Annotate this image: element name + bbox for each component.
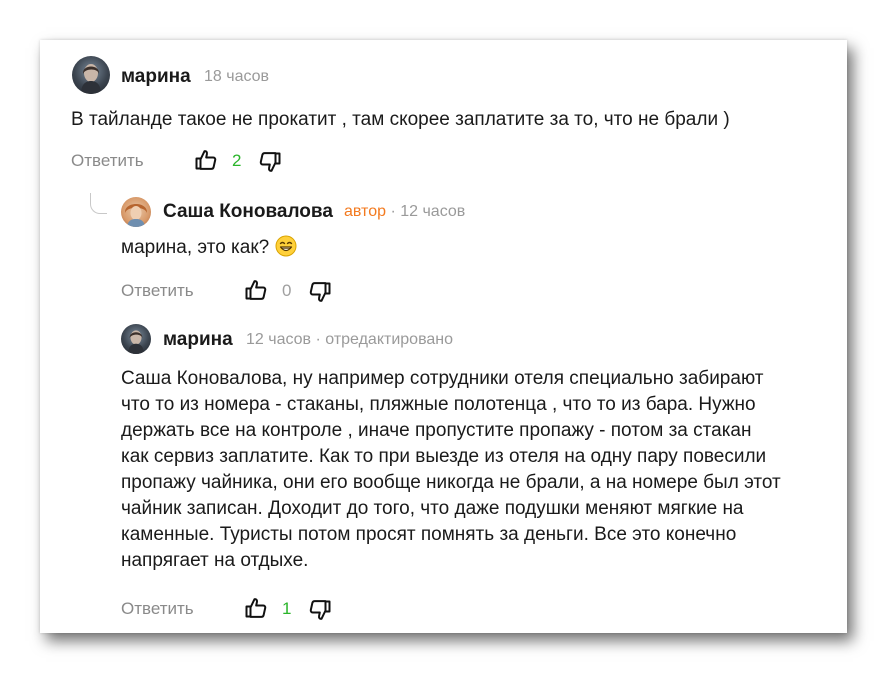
reply-button[interactable]: Ответить — [121, 281, 194, 301]
thumbs-up-icon[interactable] — [244, 278, 268, 302]
comment-time: · 12 часов — [386, 203, 466, 220]
comment-line: чайник записан. Доходит до того, что даж… — [121, 498, 744, 519]
comment-line: что то из номера - стаканы, пляжные поло… — [121, 394, 756, 415]
comment-text: В тайланде такое не прокатит , там скоре… — [71, 109, 730, 130]
comment-text: Саша Коновалова, ну например сотрудники … — [121, 366, 781, 574]
comment-line: напрягает на отдыхе. — [121, 550, 309, 571]
comment-text-body: марина, это как? — [121, 237, 270, 258]
thumbs-up-icon[interactable] — [194, 148, 218, 172]
like-count: 1 — [282, 599, 292, 618]
avatar[interactable] — [121, 197, 151, 227]
thumbs-down-icon[interactable] — [258, 150, 282, 174]
thumbs-down-icon[interactable] — [308, 280, 332, 304]
thread-connector — [90, 193, 107, 214]
thumbs-up-icon[interactable] — [244, 596, 268, 620]
thumbs-down-icon[interactable] — [308, 598, 332, 622]
author-name[interactable]: марина — [163, 329, 233, 351]
comment-line: Саша Коновалова, ну например сотрудники … — [121, 368, 764, 389]
comment-meta: 12 часов · отредактировано — [246, 331, 454, 348]
comment-meta: автор · 12 часов — [344, 203, 465, 221]
avatar[interactable] — [121, 324, 151, 354]
like-count: 2 — [232, 151, 242, 170]
comment-line: каменные. Туристы потом просят помнять з… — [121, 524, 737, 545]
author-name[interactable]: марина — [121, 66, 191, 88]
author-badge: автор — [344, 203, 386, 220]
grinning-emoji-icon — [275, 235, 296, 257]
comment-line: держать все на контроле , иначе пропусти… — [121, 420, 752, 441]
comment-line: пропажу чайника, они его вообще никогда … — [121, 472, 781, 493]
reply-button[interactable]: Ответить — [71, 151, 144, 171]
like-count: 0 — [282, 281, 292, 300]
avatar[interactable] — [72, 56, 110, 94]
reply-button[interactable]: Ответить — [121, 599, 194, 619]
comment-line: как сервиз заплатите. Как то при выезде … — [121, 446, 767, 467]
comment-text: марина, это как? — [121, 235, 297, 261]
author-name[interactable]: Саша Коновалова — [163, 201, 333, 223]
comment-time: 18 часов — [204, 68, 270, 85]
comments-card: марина 18 часов В тайланде такое не прок… — [40, 40, 847, 633]
